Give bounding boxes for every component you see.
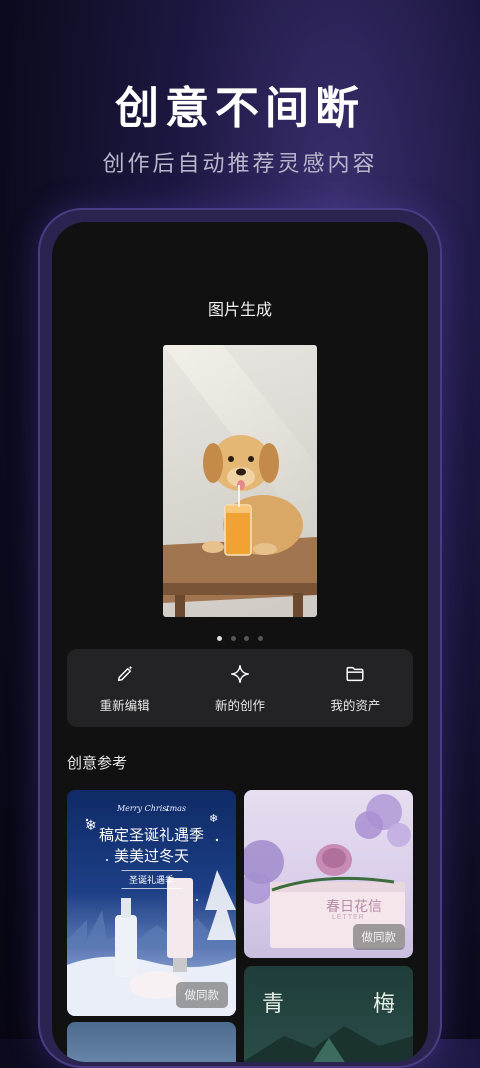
my-assets-label: 我的资产 (330, 698, 381, 713)
carousel-dot[interactable] (244, 636, 250, 641)
hero-title: 创意不间断 (115, 84, 365, 133)
flower-card-title: 春日花信 (326, 899, 382, 915)
carousel-dot[interactable] (230, 636, 236, 641)
new-creation-button[interactable]: 新的创作 (182, 649, 297, 727)
template-card-green[interactable]: 青 梅 (244, 966, 413, 1062)
page-title: 图片生成 (207, 302, 272, 319)
new-creation-label: 新的创作 (214, 698, 265, 713)
re-edit-button[interactable]: 重新编辑 (67, 649, 182, 727)
my-assets-button[interactable]: 我的资产 (298, 649, 413, 727)
make-same-button[interactable]: 做同款 (352, 924, 405, 950)
action-bar: 重新编辑 新的创作 我的资产 (67, 649, 413, 727)
template-card-blue[interactable] (67, 1022, 236, 1062)
christmas-subheadline: 美美过冬天 (113, 847, 189, 865)
phone-screen: 图片生成 重新编辑 新的创作 我的资产 创意参考 ❄ ❄ Merry Chris… (52, 222, 428, 1062)
carousel-dot[interactable] (217, 636, 223, 641)
christmas-english-title: Merry Christmas (116, 804, 187, 813)
carousel-dot[interactable] (257, 636, 263, 641)
re-edit-label: 重新编辑 (99, 698, 150, 713)
flower-card-subtitle: LETTER (332, 914, 365, 921)
green-card-left-char: 青 (262, 992, 285, 1017)
generated-image-preview[interactable] (163, 345, 317, 617)
christmas-headline: 稿定圣诞礼遇季 (98, 826, 204, 844)
hero-subtitle: 创作后自动推荐灵感内容 (102, 151, 378, 176)
green-card-right-char: 梅 (372, 992, 395, 1017)
make-same-button[interactable]: 做同款 (175, 982, 228, 1008)
section-title: 创意参考 (67, 755, 128, 772)
template-card-christmas[interactable]: ❄ ❄ Merry Christmas 稿定圣诞礼遇季 美美过冬天 圣诞礼遇季 … (67, 790, 236, 1016)
carousel-indicator (52, 628, 428, 646)
template-card-flower[interactable]: 春日花信 LETTER 做同款 (244, 790, 413, 958)
puppy-illustration (163, 345, 317, 617)
folder-icon (346, 666, 364, 681)
sparkle-icon (231, 664, 249, 683)
pen-sparkle-icon (117, 665, 133, 681)
christmas-tag: 圣诞礼遇季 (120, 870, 183, 889)
